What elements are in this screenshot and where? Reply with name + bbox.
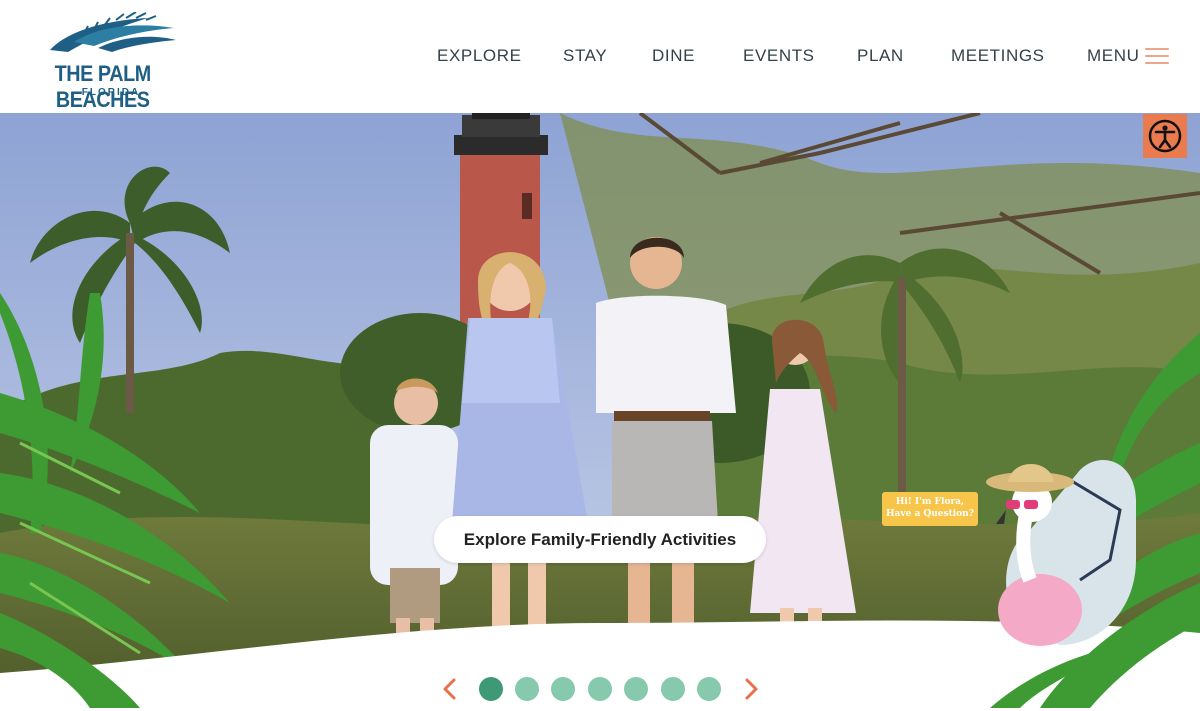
hamburger-icon xyxy=(1145,48,1169,66)
carousel-dot-6[interactable] xyxy=(661,677,685,701)
carousel-prev-button[interactable] xyxy=(440,672,460,706)
chevron-right-icon xyxy=(745,678,758,700)
nav-item-stay[interactable]: STAY xyxy=(563,46,607,66)
explore-family-activities-button[interactable]: Explore Family-Friendly Activities xyxy=(434,516,766,563)
carousel-dot-5[interactable] xyxy=(624,677,648,701)
brand-subtitle: FLORIDA xyxy=(81,87,141,98)
menu-label: MENU xyxy=(1087,46,1140,65)
nav-item-meetings[interactable]: MEETINGS xyxy=(951,46,1045,66)
flamingo-chatbot-icon[interactable] xyxy=(960,440,1140,650)
carousel-dot-7[interactable] xyxy=(697,677,721,701)
carousel-controls xyxy=(0,672,1200,706)
accessibility-icon xyxy=(1148,119,1182,153)
carousel-dot-1[interactable] xyxy=(479,677,503,701)
chevron-left-icon xyxy=(443,678,456,700)
nav-item-events[interactable]: EVENTS xyxy=(743,46,815,66)
carousel-next-button[interactable] xyxy=(741,672,761,706)
nav-item-dine[interactable]: DINE xyxy=(652,46,695,66)
carousel-dot-3[interactable] xyxy=(551,677,575,701)
site-header: THE PALM BEACHES FLORIDA EXPLORE STAY DI… xyxy=(0,0,1200,113)
nav-item-explore[interactable]: EXPLORE xyxy=(437,46,522,66)
carousel-dot-4[interactable] xyxy=(588,677,612,701)
menu-button[interactable]: MENU xyxy=(1087,46,1169,70)
nav-item-plan[interactable]: PLAN xyxy=(857,46,904,66)
main-nav: EXPLORE STAY DINE EVENTS PLAN MEETINGS xyxy=(0,46,1200,70)
carousel-dot-2[interactable] xyxy=(515,677,539,701)
accessibility-button[interactable] xyxy=(1143,114,1187,158)
